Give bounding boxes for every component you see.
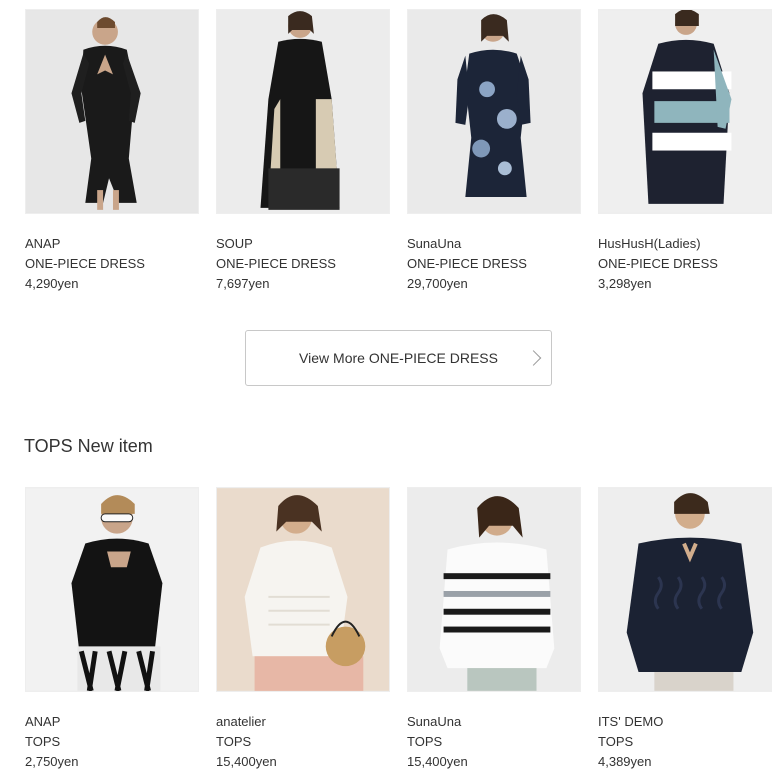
product-price: 7,697yen xyxy=(216,276,270,291)
product-price: 3,298yen xyxy=(598,276,652,291)
navy-floral-dress-photo xyxy=(408,10,580,213)
product-brand[interactable]: ITS' DEMO xyxy=(598,712,663,732)
product-category: TOPS xyxy=(407,734,443,749)
product-category: ONE-PIECE DRESS xyxy=(598,256,718,271)
product-price: 15,400yen xyxy=(407,754,468,769)
black-wrap-dress-photo xyxy=(26,10,198,213)
product-brand[interactable]: SunaUna xyxy=(407,234,527,254)
product-category: TOPS xyxy=(25,734,61,749)
product-image[interactable] xyxy=(25,9,199,214)
navy-cable-knit-photo xyxy=(599,488,771,691)
product-image[interactable] xyxy=(407,487,581,692)
product-category: ONE-PIECE DRESS xyxy=(216,256,336,271)
product-image[interactable] xyxy=(216,487,390,692)
white-lace-blouse-photo xyxy=(217,488,389,691)
product-image[interactable] xyxy=(407,9,581,214)
product-brand[interactable]: SOUP xyxy=(216,234,336,254)
product-price: 29,700yen xyxy=(407,276,468,291)
chevron-right-icon xyxy=(525,350,542,366)
product-image[interactable] xyxy=(216,9,390,214)
product-category: ONE-PIECE DRESS xyxy=(407,256,527,271)
product-image[interactable] xyxy=(598,9,772,214)
product-price: 2,750yen xyxy=(25,754,79,769)
product-brand[interactable]: anatelier xyxy=(216,712,277,732)
product-brand[interactable]: HusHusH(Ladies) xyxy=(598,234,718,254)
product-image[interactable] xyxy=(25,487,199,692)
product-price: 15,400yen xyxy=(216,754,277,769)
product-image[interactable] xyxy=(598,487,772,692)
colorblock-knit-dress-photo xyxy=(599,10,771,213)
black-beige-panel-dress-photo xyxy=(217,10,389,213)
product-category: TOPS xyxy=(598,734,634,749)
view-more-button[interactable]: View More ONE-PIECE DRESS xyxy=(245,330,552,386)
striped-knit-top-photo xyxy=(408,488,580,691)
section-title: TOPS New item xyxy=(24,436,153,456)
view-more-label: View More ONE-PIECE DRESS xyxy=(299,350,498,366)
product-brand[interactable]: ANAP xyxy=(25,712,79,732)
product-brand[interactable]: ANAP xyxy=(25,234,145,254)
product-category: ONE-PIECE DRESS xyxy=(25,256,145,271)
product-price: 4,389yen xyxy=(598,754,652,769)
product-price: 4,290yen xyxy=(25,276,79,291)
product-category: TOPS xyxy=(216,734,252,749)
black-cutout-top-photo xyxy=(26,488,198,691)
product-brand[interactable]: SunaUna xyxy=(407,712,468,732)
